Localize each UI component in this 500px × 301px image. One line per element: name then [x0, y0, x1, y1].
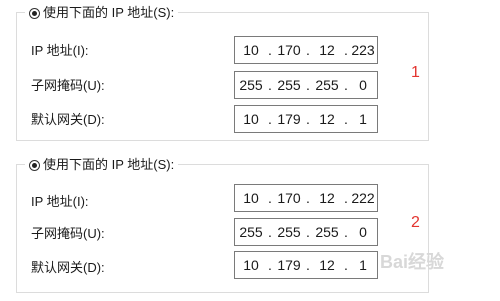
gateway-octet-3[interactable]: 12: [311, 252, 343, 278]
ip-octet-3[interactable]: 12: [311, 185, 343, 211]
ip-address-input[interactable]: 10 . 170 . 12 . 222: [234, 184, 378, 212]
subnet-mask-input[interactable]: 255 . 255 . 255 . 0: [234, 218, 378, 246]
gateway-octet-2[interactable]: 179: [273, 106, 305, 132]
ip-octet-2[interactable]: 170: [273, 37, 305, 63]
gateway-octet-2[interactable]: 179: [273, 252, 305, 278]
baidu-jingyan-watermark: Bai经验: [380, 252, 445, 272]
subnet-octet-1[interactable]: 255: [235, 219, 267, 245]
subnet-mask-label: 子网掩码(U):: [31, 226, 105, 241]
static-ip-option-label: 使用下面的 IP 地址(S):: [43, 157, 175, 172]
ip-octet-1[interactable]: 10: [235, 185, 267, 211]
gateway-octet-4[interactable]: 1: [347, 106, 379, 132]
default-gateway-label: 默认网关(D):: [31, 112, 105, 127]
ip-octet-4[interactable]: 223: [347, 37, 379, 63]
radio-dot-icon: [32, 162, 37, 168]
subnet-octet-1[interactable]: 255: [235, 72, 267, 98]
subnet-mask-label: 子网掩码(U):: [31, 78, 105, 93]
gateway-octet-1[interactable]: 10: [235, 106, 267, 132]
radio-button-selected[interactable]: [29, 159, 40, 171]
subnet-octet-3[interactable]: 255: [311, 219, 343, 245]
gateway-octet-3[interactable]: 12: [311, 106, 343, 132]
default-gateway-input[interactable]: 10 . 179 . 12 . 1: [234, 251, 378, 279]
annotation-marker-2: 2: [411, 214, 420, 231]
radio-button-selected[interactable]: [29, 7, 40, 19]
radio-dot-icon: [32, 10, 37, 16]
ip-octet-4[interactable]: 222: [347, 185, 379, 211]
ip-address-label: IP 地址(I):: [31, 43, 89, 58]
annotation-marker-1: 1: [411, 64, 420, 81]
subnet-octet-3[interactable]: 255: [311, 72, 343, 98]
ip-address-input[interactable]: 10 . 170 . 12 . 223: [234, 36, 378, 64]
subnet-octet-4[interactable]: 0: [347, 219, 379, 245]
use-static-ip-option-1[interactable]: 使用下面的 IP 地址(S):: [25, 4, 179, 22]
ip-octet-3[interactable]: 12: [311, 37, 343, 63]
gateway-octet-4[interactable]: 1: [347, 252, 379, 278]
ip-octet-2[interactable]: 170: [273, 185, 305, 211]
ip-octet-1[interactable]: 10: [235, 37, 267, 63]
subnet-octet-2[interactable]: 255: [273, 219, 305, 245]
gateway-octet-1[interactable]: 10: [235, 252, 267, 278]
use-static-ip-option-2[interactable]: 使用下面的 IP 地址(S):: [25, 156, 179, 174]
static-ip-group-2: 使用下面的 IP 地址(S): IP 地址(I): 10 . 170 . 12 …: [16, 156, 429, 293]
ip-address-label: IP 地址(I):: [31, 194, 89, 209]
default-gateway-input[interactable]: 10 . 179 . 12 . 1: [234, 105, 378, 133]
subnet-octet-4[interactable]: 0: [347, 72, 379, 98]
subnet-octet-2[interactable]: 255: [273, 72, 305, 98]
subnet-mask-input[interactable]: 255 . 255 . 255 . 0: [234, 71, 378, 99]
static-ip-option-label: 使用下面的 IP 地址(S):: [43, 5, 175, 20]
static-ip-group-1: 使用下面的 IP 地址(S): IP 地址(I): 10 . 170 . 12 …: [16, 4, 429, 141]
default-gateway-label: 默认网关(D):: [31, 260, 105, 275]
